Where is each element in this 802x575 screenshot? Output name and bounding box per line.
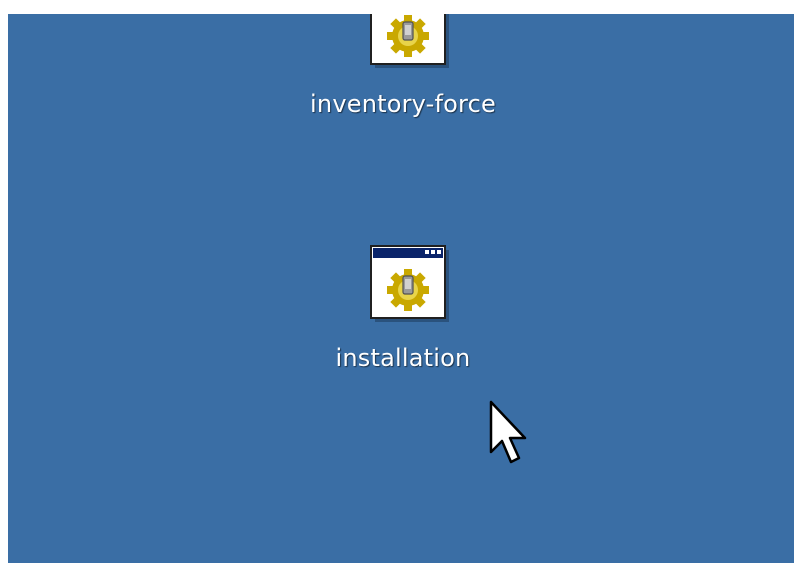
desktop-icon-installation[interactable]: installation xyxy=(293,240,513,372)
arrow-pointer-icon xyxy=(489,400,529,464)
application-gear-icon[interactable] xyxy=(353,14,453,72)
desktop-icon-inventory-force[interactable]: inventory-force xyxy=(293,14,513,118)
desktop[interactable]: inventory-force installation xyxy=(8,14,794,563)
application-gear-icon[interactable] xyxy=(353,240,453,326)
desktop-icon-label[interactable]: installation xyxy=(336,344,471,372)
desktop-icon-label[interactable]: inventory-force xyxy=(310,90,496,118)
